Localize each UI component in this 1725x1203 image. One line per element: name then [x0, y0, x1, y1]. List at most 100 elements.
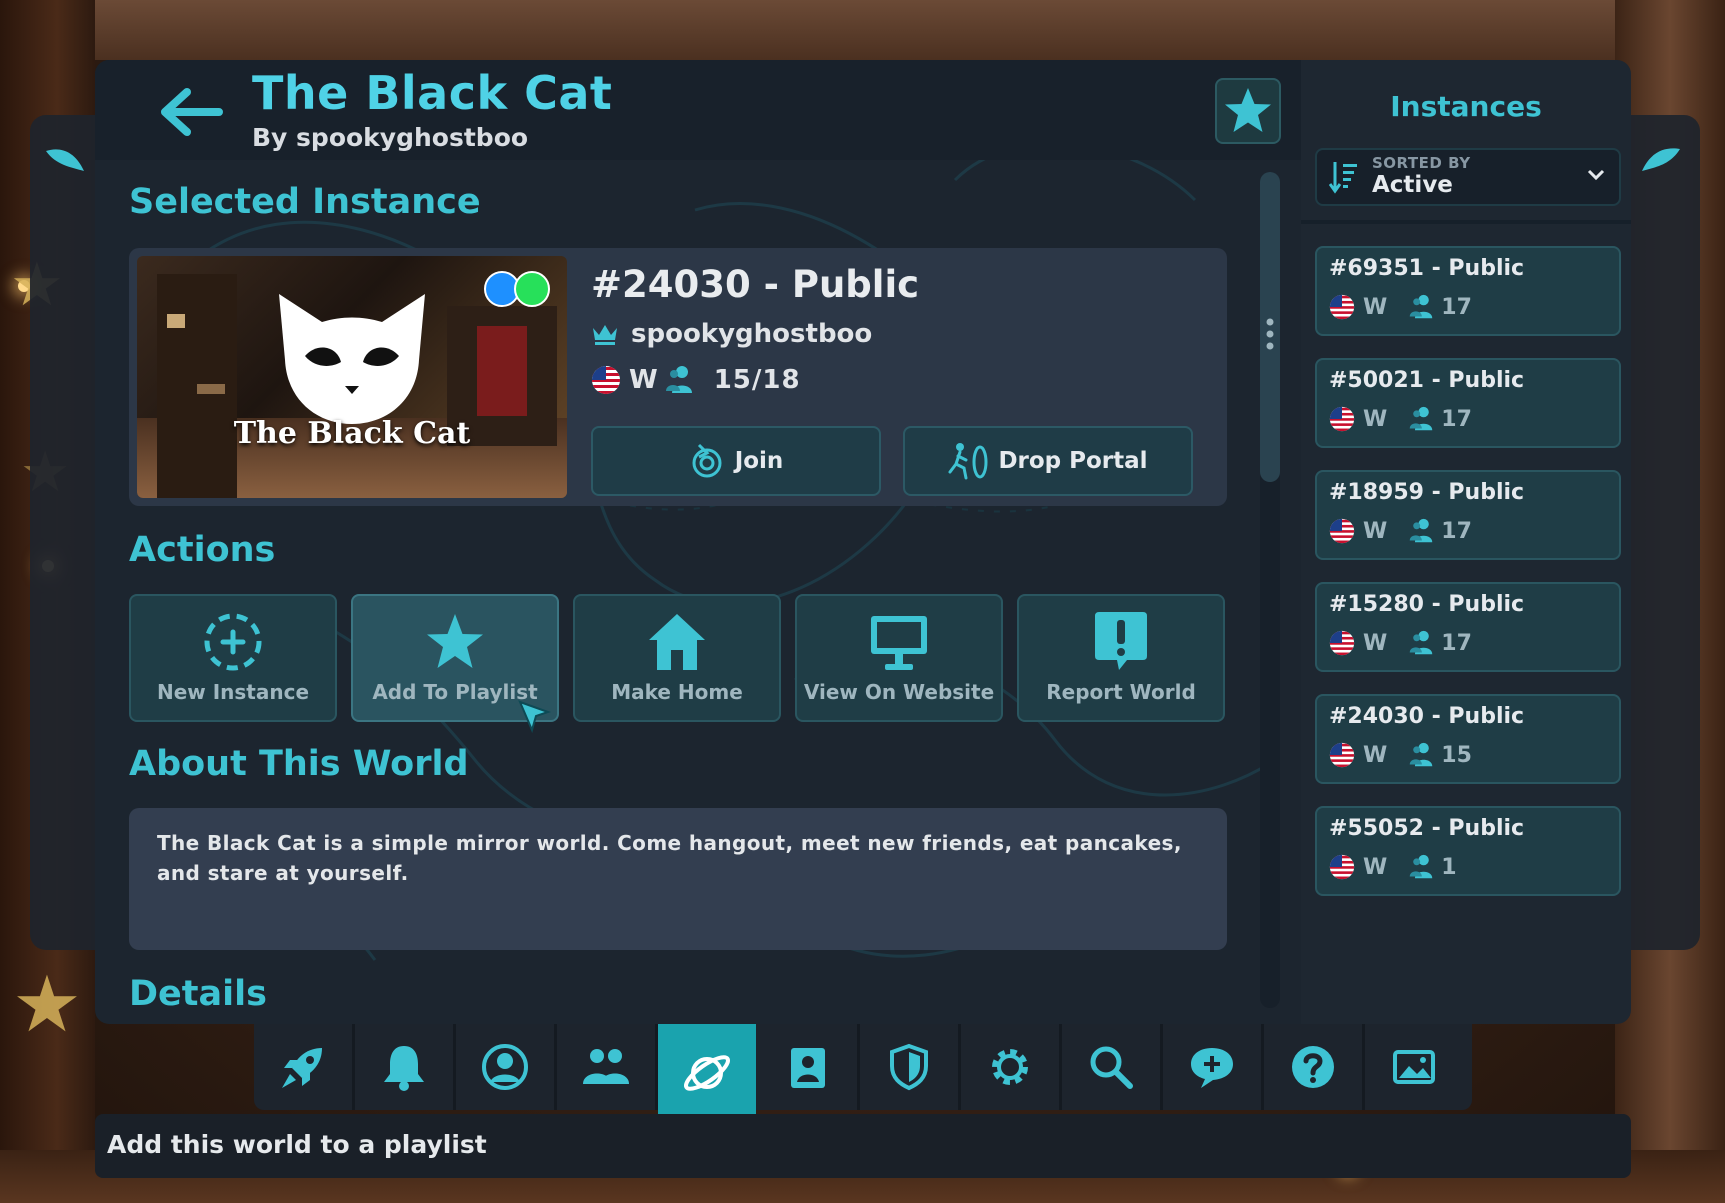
report-icon [1095, 612, 1147, 670]
instance-region: W [629, 365, 658, 395]
nav-avatars[interactable] [759, 1024, 860, 1110]
nav-safety[interactable] [860, 1024, 961, 1110]
nav-search[interactable] [1062, 1024, 1163, 1110]
nav-settings[interactable] [961, 1024, 1062, 1110]
world-description: The Black Cat is a simple mirror world. … [157, 831, 1182, 885]
new-instance-icon [204, 613, 262, 671]
instance-list-item[interactable]: #15280 - Public W 17 [1315, 582, 1621, 672]
instance-item-region: W [1363, 854, 1388, 880]
profile-icon [482, 1044, 528, 1090]
us-flag-icon [1329, 854, 1355, 880]
gallery-icon [1393, 1050, 1435, 1084]
instance-item-title: #55052 - Public [1329, 816, 1525, 841]
instance-item-region: W [1363, 406, 1388, 432]
join-button-label: Join [734, 448, 784, 474]
us-flag-icon [592, 366, 620, 394]
star-decoration-icon: ★ [12, 960, 82, 1050]
world-author: By spookyghostboo [252, 123, 529, 152]
instance-item-region: W [1363, 630, 1388, 656]
us-flag-icon [1329, 294, 1355, 320]
us-flag-icon [1329, 742, 1355, 768]
drop-portal-button[interactable]: Drop Portal [903, 426, 1193, 496]
us-flag-icon [1329, 518, 1355, 544]
background-ceiling [0, 0, 1725, 60]
instance-item-region: W [1363, 294, 1388, 320]
thumbnail-caption: The Black Cat [233, 416, 471, 451]
panel-header: The Black Cat By spookyghostboo [95, 60, 1301, 160]
new-instance-button[interactable]: New Instance [129, 594, 337, 722]
friends-icon [583, 1049, 629, 1084]
back-arrow-icon[interactable] [157, 82, 227, 142]
about-heading: About This World [129, 744, 469, 784]
cursor-pointer-icon [518, 700, 552, 733]
users-icon [1410, 742, 1433, 767]
nav-worlds[interactable] [658, 1024, 756, 1122]
instance-item-title: #15280 - Public [1329, 592, 1525, 617]
instance-list-item[interactable]: #69351 - Public W 17 [1315, 246, 1621, 336]
instance-owner[interactable]: spookyghostboo [631, 319, 872, 349]
report-world-button[interactable]: Report World [1017, 594, 1225, 722]
users-icon [1410, 854, 1433, 879]
instance-item-title: #24030 - Public [1329, 704, 1525, 729]
drag-handle-icon[interactable] [1264, 316, 1276, 352]
rocket-icon [282, 1048, 322, 1088]
crown-icon [593, 325, 617, 345]
join-button[interactable]: Join [591, 426, 881, 496]
nav-profile[interactable] [456, 1024, 557, 1110]
instance-item-title: #50021 - Public [1329, 368, 1525, 393]
nav-launch[interactable] [254, 1024, 355, 1110]
make-home-button[interactable]: Make Home [573, 594, 781, 722]
selected-instance-heading: Selected Instance [129, 182, 481, 222]
bell-icon [384, 1046, 424, 1091]
make-home-label: Make Home [611, 680, 743, 704]
users-icon [1410, 406, 1433, 431]
sort-dropdown[interactable]: SORTED BY Active [1315, 148, 1621, 206]
instance-list-item[interactable]: #55052 - Public W 1 [1315, 806, 1621, 896]
instance-item-count: 17 [1441, 630, 1472, 656]
report-world-label: Report World [1046, 680, 1196, 704]
nav-chat[interactable] [1163, 1024, 1264, 1110]
users-icon [1410, 518, 1433, 543]
feather-icon [46, 149, 84, 171]
nav-friends[interactable] [557, 1024, 658, 1110]
join-icon [692, 443, 722, 478]
favorite-button[interactable] [1215, 78, 1281, 144]
nav-notifications[interactable] [355, 1024, 456, 1110]
star-icon [1225, 88, 1271, 132]
chat-icon [1191, 1048, 1233, 1088]
nav-gallery[interactable] [1365, 1024, 1463, 1110]
sort-caption: SORTED BY [1372, 154, 1471, 172]
drop-portal-icon [948, 443, 988, 480]
selected-instance-card: The Black Cat #24030 - Public spookyghos… [129, 248, 1227, 506]
instance-list-item[interactable]: #18959 - Public W 17 [1315, 470, 1621, 560]
instances-title: Instances [1390, 90, 1542, 123]
nav-help[interactable] [1264, 1024, 1365, 1110]
avatar-icon [791, 1048, 825, 1088]
scrollbar[interactable] [1260, 172, 1280, 1008]
platform-badges-icon [484, 271, 550, 307]
instance-occupancy: 15/18 [713, 365, 801, 395]
drop-portal-button-label: Drop Portal [998, 448, 1148, 474]
instance-item-count: 17 [1441, 294, 1472, 320]
cat-logo-icon [279, 294, 425, 424]
instance-list-item[interactable]: #50021 - Public W 17 [1315, 358, 1621, 448]
users-icon [1410, 630, 1433, 655]
instance-item-title: #69351 - Public [1329, 256, 1525, 281]
sort-value: Active [1372, 172, 1453, 198]
sort-icon [1329, 162, 1357, 194]
home-icon [649, 614, 705, 670]
tooltip-text: Add this world to a playlist [107, 1130, 487, 1159]
about-box: The Black Cat is a simple mirror world. … [129, 808, 1227, 950]
us-flag-icon [1329, 406, 1355, 432]
instance-owner-row: spookyghostboo [591, 316, 872, 352]
view-on-website-label: View On Website [803, 680, 995, 704]
instance-item-count: 17 [1441, 518, 1472, 544]
instance-title: #24030 - Public [591, 263, 920, 306]
instance-list-item[interactable]: #24030 - Public W 15 [1315, 694, 1621, 784]
instance-item-count: 1 [1441, 854, 1457, 880]
actions-heading: Actions [129, 530, 276, 570]
actions-row: New Instance Add To Playlist Make Home V… [129, 594, 1229, 722]
us-flag-icon [1329, 630, 1355, 656]
users-icon [665, 366, 692, 393]
view-on-website-button[interactable]: View On Website [795, 594, 1003, 722]
